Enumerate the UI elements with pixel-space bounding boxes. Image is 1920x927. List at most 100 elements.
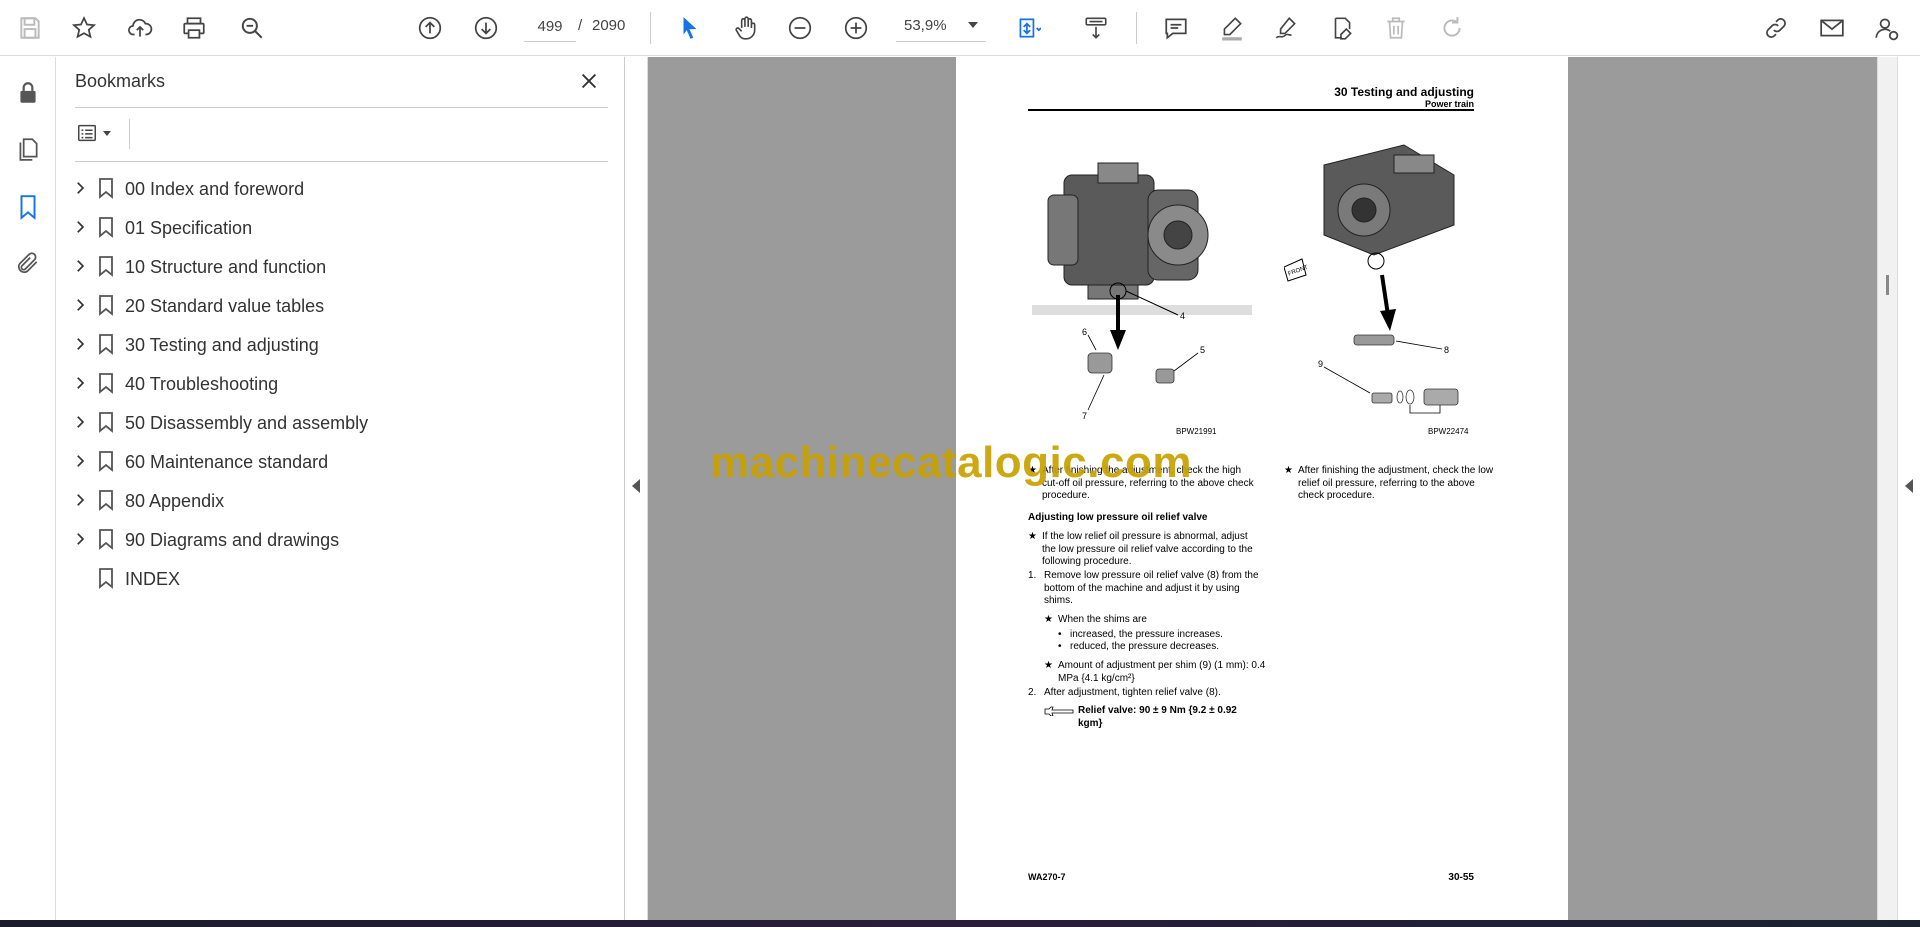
- hand-tool-icon[interactable]: [728, 10, 764, 46]
- share-link-icon[interactable]: [1758, 10, 1794, 46]
- pdf-page[interactable]: 30 Testing and adjusting Power train 4 6…: [956, 57, 1568, 920]
- step-2-text: After adjustment, tighten relief valve (…: [1044, 687, 1221, 698]
- watermark-text: machinecatalogic.com: [710, 438, 1192, 487]
- star-bullet-icon: ★: [1044, 614, 1053, 625]
- lock-icon[interactable]: [10, 75, 46, 111]
- taskbar-edge: [0, 920, 1920, 927]
- page-thumbnails-icon[interactable]: [10, 131, 46, 167]
- collapse-panel-button[interactable]: [626, 57, 648, 920]
- header-rule: [1028, 109, 1474, 111]
- right-note-text: After finishing the adjustment, check th…: [1298, 465, 1494, 501]
- chevron-right-icon[interactable]: [71, 296, 89, 314]
- expand-right-panel-icon: [1905, 479, 1913, 493]
- torque-spec: Relief valve: 90 ± 9 Nm {9.2 ± 0.92 kgm}: [1044, 705, 1244, 730]
- page-footer-model: WA270-7: [1028, 872, 1066, 882]
- collapse-left-icon: [632, 479, 640, 493]
- zoom-out-icon[interactable]: [782, 10, 818, 46]
- bookmark-item[interactable]: 00 Index and foreword: [57, 169, 625, 208]
- chevron-right-icon[interactable]: [71, 491, 89, 509]
- highlight-pen-icon[interactable]: [1214, 10, 1250, 46]
- callout-4: 4: [1180, 311, 1185, 321]
- email-icon[interactable]: [1814, 10, 1850, 46]
- chevron-right-icon[interactable]: [71, 257, 89, 275]
- print-icon[interactable]: [176, 10, 212, 46]
- bookmark-label[interactable]: 50 Disassembly and assembly: [125, 413, 368, 434]
- page-number-input[interactable]: [524, 12, 576, 42]
- select-pointer-icon[interactable]: [672, 10, 708, 46]
- bookmark-label[interactable]: 90 Diagrams and drawings: [125, 530, 339, 551]
- right-note: ★ After finishing the adjustment, check t…: [1284, 465, 1494, 503]
- bookmark-panel-icon[interactable]: [10, 189, 46, 225]
- bookmark-label[interactable]: 60 Maintenance standard: [125, 452, 328, 473]
- zoom-search-icon[interactable]: [234, 10, 270, 46]
- bullet-dot-icon: •: [1058, 641, 1062, 652]
- step-number: 1.: [1028, 570, 1037, 581]
- bookmark-icon: [99, 373, 113, 394]
- bookmark-label[interactable]: 80 Appendix: [125, 491, 224, 512]
- step-1: 1. Remove low pressure oil relief valve (…: [1028, 570, 1268, 608]
- pump-diagram-right: FRONT 8 9 BPW22474: [1283, 135, 1484, 436]
- attachment-icon[interactable]: [10, 245, 46, 281]
- torque-text: Relief valve: 90 ± 9 Nm {9.2 ± 0.92 kgm}: [1078, 705, 1237, 729]
- panel-divider: [75, 161, 608, 162]
- chevron-right-icon[interactable]: [71, 452, 89, 470]
- comment-icon[interactable]: [1158, 10, 1194, 46]
- bookmark-item[interactable]: 30 Testing and adjusting: [57, 325, 625, 364]
- close-panel-button[interactable]: [575, 67, 603, 95]
- bookmark-item[interactable]: 01 Specification: [57, 208, 625, 247]
- bookmark-item[interactable]: 10 Structure and function: [57, 247, 625, 286]
- bookmark-item[interactable]: 50 Disassembly and assembly: [57, 403, 625, 442]
- intro-text: If the low relief oil pressure is abnorm…: [1042, 531, 1253, 567]
- bookmark-label[interactable]: 10 Structure and function: [125, 257, 326, 278]
- step-1-text: Remove low pressure oil relief valve (8)…: [1044, 570, 1259, 606]
- bookmark-icon: [99, 529, 113, 550]
- bookmark-item[interactable]: 90 Diagrams and drawings: [57, 520, 625, 559]
- next-page-icon[interactable]: [468, 10, 504, 46]
- star-icon[interactable]: [66, 10, 102, 46]
- bookmark-icon: [99, 217, 113, 238]
- bookmark-options-button[interactable]: [75, 119, 125, 147]
- scroll-thumb[interactable]: [1886, 275, 1889, 295]
- bookmark-item[interactable]: 20 Standard value tables: [57, 286, 625, 325]
- upload-cloud-icon[interactable]: [122, 10, 158, 46]
- chevron-right-icon[interactable]: [71, 218, 89, 236]
- vertical-scrollbar[interactable]: [1877, 57, 1897, 920]
- toolbar-divider: [1136, 12, 1137, 44]
- bookmark-label[interactable]: 00 Index and foreword: [125, 179, 304, 200]
- chevron-right-icon[interactable]: [71, 335, 89, 353]
- page-fit-icon[interactable]: [1010, 10, 1046, 46]
- bookmark-item[interactable]: 40 Troubleshooting: [57, 364, 625, 403]
- redo-icon[interactable]: [1434, 10, 1470, 46]
- bookmark-label[interactable]: 01 Specification: [125, 218, 252, 239]
- chevron-right-icon[interactable]: [71, 179, 89, 197]
- section-heading: Adjusting low pressure oil relief valve: [1028, 512, 1208, 523]
- bookmark-label[interactable]: INDEX: [125, 569, 180, 590]
- bookmark-item[interactable]: 60 Maintenance standard: [57, 442, 625, 481]
- bookmark-icon: [99, 256, 113, 277]
- chevron-right-icon[interactable]: [71, 413, 89, 431]
- figure-code-left: BPW21991: [1176, 427, 1217, 436]
- bookmark-icon: [99, 295, 113, 316]
- edit-document-icon[interactable]: [1324, 10, 1360, 46]
- trash-icon[interactable]: [1378, 10, 1414, 46]
- right-panel-toggle[interactable]: [1897, 57, 1920, 920]
- intro-note: ★ If the low relief oil pressure is abnor…: [1028, 531, 1258, 569]
- previous-page-icon[interactable]: [412, 10, 448, 46]
- account-icon[interactable]: [1868, 10, 1904, 46]
- bookmark-label[interactable]: 30 Testing and adjusting: [125, 335, 319, 356]
- bookmark-label[interactable]: 20 Standard value tables: [125, 296, 324, 317]
- close-icon: [581, 73, 597, 89]
- save-icon[interactable]: [12, 10, 48, 46]
- bookmark-label[interactable]: 40 Troubleshooting: [125, 374, 278, 395]
- chevron-down-icon: [103, 130, 111, 136]
- chevron-right-icon[interactable]: [71, 374, 89, 392]
- bookmark-item[interactable]: 80 Appendix: [57, 481, 625, 520]
- zoom-dropdown-caret[interactable]: [968, 22, 978, 28]
- draw-signature-icon[interactable]: [1268, 10, 1304, 46]
- bullet-item: • reduced, the pressure decreases.: [1058, 641, 1258, 654]
- chevron-right-icon[interactable]: [71, 530, 89, 548]
- bookmark-item[interactable]: INDEX: [57, 559, 625, 598]
- scroll-mode-icon[interactable]: [1078, 10, 1114, 46]
- zoom-in-icon[interactable]: [838, 10, 874, 46]
- left-tool-rail: [0, 57, 56, 920]
